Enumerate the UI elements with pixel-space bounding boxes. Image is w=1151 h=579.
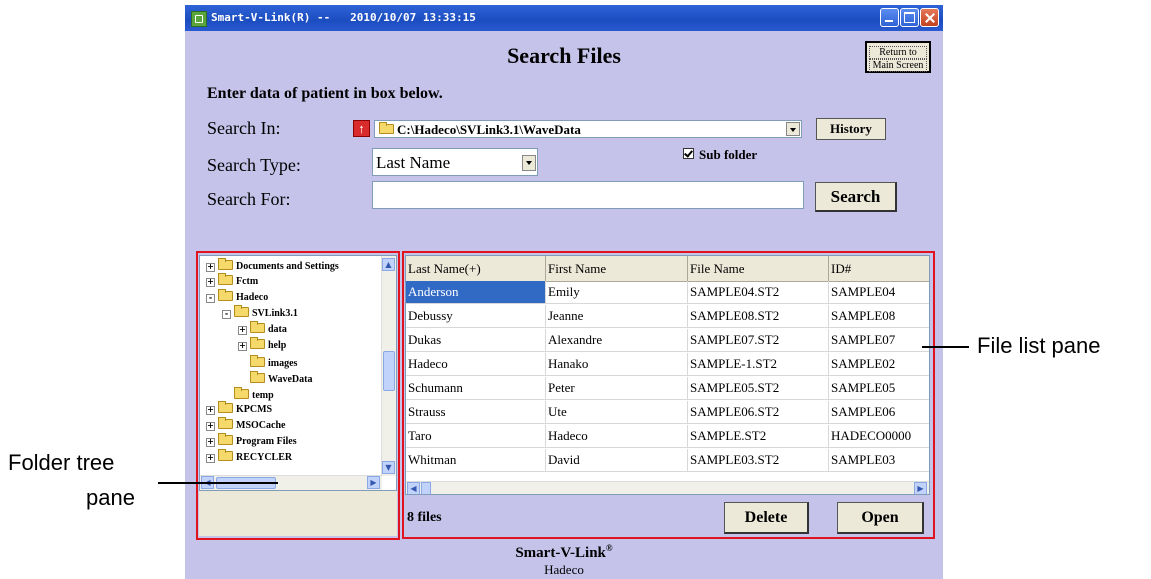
minimize-button[interactable] [880,8,899,27]
search-for-input[interactable] [372,181,804,209]
search-button[interactable]: Search [815,182,897,212]
folder-tree-highlight [196,251,400,540]
footer-brand: Smart-V-Link® [185,543,943,562]
window-title: Smart-V-Link(R) -- 2010/10/07 13:33:15 [211,11,476,24]
footer-company: Hadeco [544,562,584,577]
search-in-combo[interactable]: C:\Hadeco\SVLink3.1\WaveData [374,120,802,138]
return-button-label-1: Return to [869,46,927,59]
page-title: Search Files [507,43,621,68]
search-in-path: C:\Hadeco\SVLink3.1\WaveData [397,122,581,137]
folder-icon [379,122,394,134]
maximize-button[interactable] [900,8,919,27]
search-type-select[interactable]: Last Name [372,148,538,176]
folder-tree-pane-label-1: Folder tree [8,450,115,475]
chevron-down-icon[interactable] [786,122,800,136]
search-type-value: Last Name [376,153,451,172]
file-list-callout-line [922,346,969,348]
subfolder-label: Sub folder [699,147,758,162]
checkbox-icon[interactable] [683,148,694,159]
instruction-text: Enter data of patient in box below. [207,85,443,102]
history-button[interactable]: History [816,118,886,140]
up-folder-icon[interactable]: ↑ [353,120,370,137]
brand-name: Smart-V-Link [515,545,606,561]
subfolder-checkbox[interactable]: Sub folder [683,147,757,163]
folder-tree-callout-line [158,482,278,484]
file-list-pane-label: File list pane [977,333,1101,358]
search-in-label: Search In: [207,118,281,138]
search-for-label: Search For: [207,189,291,209]
close-button[interactable] [920,8,939,27]
chevron-down-icon[interactable] [522,155,536,171]
search-type-label: Search Type: [207,155,301,175]
registered-mark: ® [605,543,613,553]
file-list-highlight [402,251,935,539]
app-icon [191,11,207,27]
folder-tree-pane-label-2: pane [86,485,135,510]
return-button-label-2: Main Screen [869,59,927,72]
return-to-main-button[interactable]: Return to Main Screen [865,41,931,73]
title-bar[interactable]: Smart-V-Link(R) -- 2010/10/07 13:33:15 [185,5,943,31]
